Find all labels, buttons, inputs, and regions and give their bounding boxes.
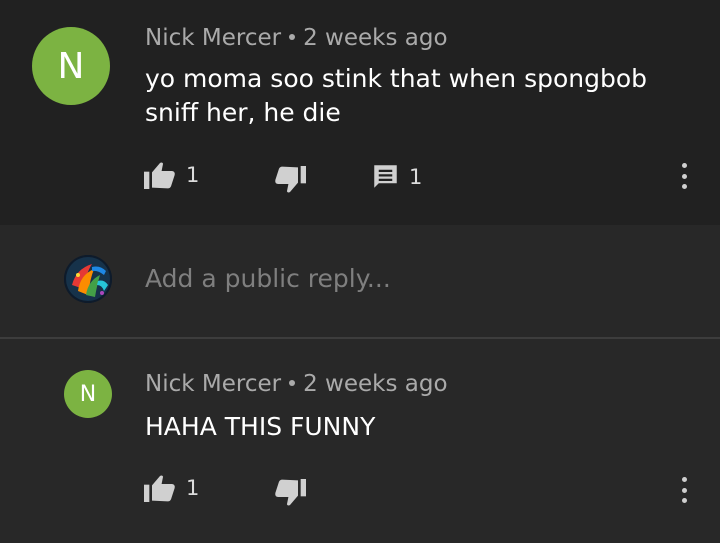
thumbs-up-icon: [144, 474, 176, 502]
reply-count: 1: [409, 164, 423, 189]
reply-author-avatar[interactable]: N: [64, 370, 112, 418]
separator-dot: [289, 33, 296, 40]
dislike-button[interactable]: [274, 166, 306, 194]
timestamp[interactable]: 2 weeks ago: [303, 25, 447, 51]
comment-text: yo moma soo stink that when spongbob sni…: [145, 62, 685, 130]
like-count: 1: [186, 163, 200, 187]
author-avatar[interactable]: N: [32, 27, 110, 105]
reply-timestamp[interactable]: 2 weeks ago: [303, 371, 447, 397]
avatar-letter: N: [79, 381, 97, 407]
reply-input[interactable]: Add a public reply...: [145, 264, 391, 293]
thumbs-up-icon: [144, 161, 176, 189]
reply-meta: Nick Mercer 2 weeks ago: [145, 371, 448, 397]
comment-text-line: yo moma soo stink that when spongbob: [145, 64, 648, 93]
comment-thread: N Nick Mercer 2 weeks ago yo moma soo sti…: [0, 0, 720, 225]
more-vert-icon[interactable]: [678, 477, 690, 503]
reply-author-name[interactable]: Nick Mercer: [145, 371, 281, 397]
reply-like-count: 1: [186, 476, 200, 500]
reply-dislike-button[interactable]: [274, 479, 306, 507]
thumbs-down-icon: [274, 166, 306, 194]
reply-text: HAHA THIS FUNNY: [145, 412, 376, 441]
author-name[interactable]: Nick Mercer: [145, 25, 281, 51]
thumbs-down-icon: [274, 479, 306, 507]
reply-like-button[interactable]: 1: [144, 474, 199, 502]
comment-icon: [372, 163, 399, 190]
replies-button[interactable]: 1: [372, 163, 422, 190]
avatar-letter: N: [57, 45, 85, 87]
more-vert-icon[interactable]: [678, 163, 690, 189]
separator-dot: [289, 379, 296, 386]
comment-text-line: sniff her, he die: [145, 98, 341, 127]
user-avatar[interactable]: [64, 255, 112, 303]
comment-meta: Nick Mercer 2 weeks ago: [145, 25, 448, 51]
like-button[interactable]: 1: [144, 161, 199, 189]
